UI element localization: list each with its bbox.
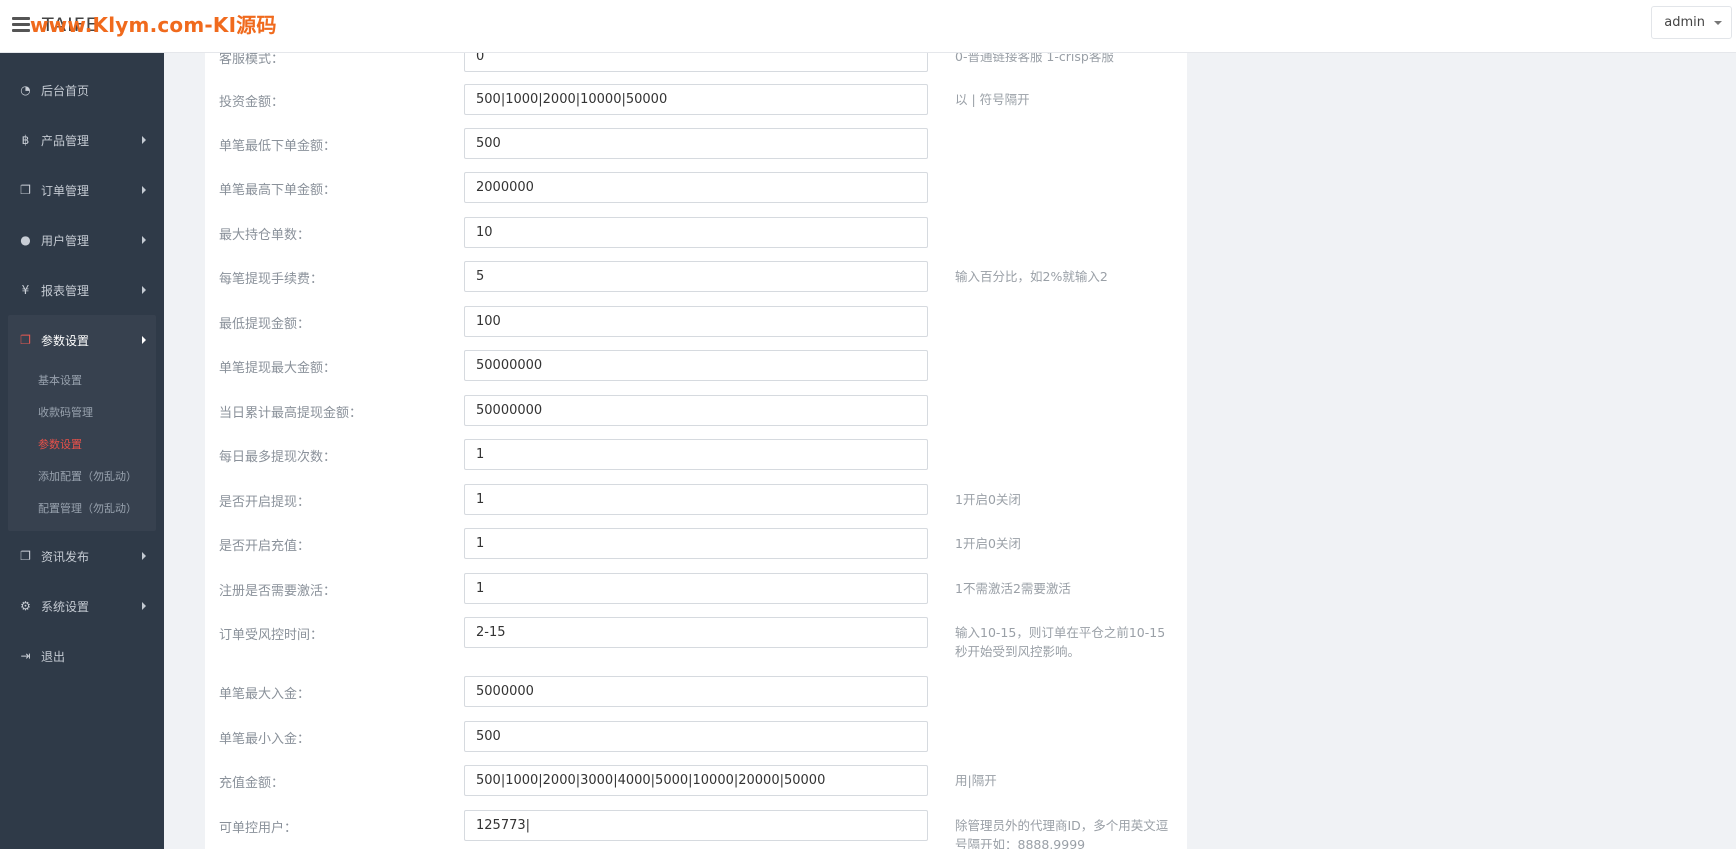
registration-activation-input[interactable] [464, 573, 928, 604]
copy-icon: ❐ [20, 183, 31, 197]
field-label: 当日累计最高提现金额： [219, 406, 363, 421]
sidebar-group-params: ❐ 参数设置 基本设置 收款码管理 参数设置 添加配置（勿乱动） 配置管理（勿乱… [8, 315, 156, 531]
cogs-icon: ⚙ [20, 599, 31, 613]
user-icon: ● [20, 233, 31, 247]
field-label: 是否开启充值： [219, 539, 311, 554]
sidebar-item-label: 订单管理 [41, 183, 90, 198]
field-label: 最大持仓单数： [219, 228, 311, 243]
sidebar-item-label: 系统设置 [41, 599, 90, 614]
field-hint: 除管理员外的代理商ID，多个用英文逗号隔开如：8888,9999 [955, 818, 1169, 849]
params-form-panel: 客服模式： 0-普通链接客服 1-crisp客服 投资金额： 以 | 符号隔开 … [205, 53, 1187, 849]
field-label: 每笔提现手续费： [219, 272, 324, 287]
menu-toggle-icon[interactable] [12, 17, 30, 33]
user-name: admin [1664, 15, 1705, 30]
field-hint: 1开启0关闭 [955, 536, 1021, 551]
sidebar-item-label: 参数设置 [41, 333, 90, 348]
sidebar-item-label: 产品管理 [41, 133, 90, 148]
single-control-users-input[interactable] [464, 810, 928, 841]
sidebar-item-label: 退出 [41, 649, 66, 664]
max-single-withdraw-input[interactable] [464, 350, 928, 381]
sidebar-item-label: 报表管理 [41, 283, 90, 298]
field-label: 单笔最小入金： [219, 732, 311, 747]
sidebar-item-label: 后台首页 [41, 83, 90, 98]
field-hint: 1不需激活2需要激活 [955, 581, 1071, 596]
sidebar-item-orders[interactable]: ❐ 订单管理 [0, 165, 164, 215]
max-order-amount-input[interactable] [464, 172, 928, 203]
max-positions-input[interactable] [464, 217, 928, 248]
user-menu-button[interactable]: admin [1651, 6, 1732, 39]
sidebar-item-label: 用户管理 [41, 233, 90, 248]
sidebar-item-users[interactable]: ● 用户管理 [0, 215, 164, 265]
field-label: 单笔最高下单金额： [219, 183, 337, 198]
min-order-amount-input[interactable] [464, 128, 928, 159]
chevron-right-icon [142, 236, 146, 244]
field-label: 可单控用户： [219, 821, 298, 836]
copy-icon: ❐ [20, 333, 31, 347]
chevron-right-icon [142, 602, 146, 610]
top-bar: TAIFE www.Klym.com-KI源码 admin [0, 0, 1736, 53]
sidebar-item-params[interactable]: ❐ 参数设置 [8, 315, 156, 365]
min-deposit-input[interactable] [464, 721, 928, 752]
field-label: 是否开启提现： [219, 495, 311, 510]
caret-down-icon [1714, 21, 1722, 25]
field-label: 投资金额： [219, 95, 285, 110]
field-label: 注册是否需要激活： [219, 584, 337, 599]
sidebar-subitem-add-config[interactable]: 添加配置（勿乱动） [8, 461, 156, 493]
field-label: 单笔提现最大金额： [219, 361, 337, 376]
enable-withdraw-input[interactable] [464, 484, 928, 515]
investment-amounts-input[interactable] [464, 84, 928, 115]
chevron-right-icon [142, 136, 146, 144]
withdraw-fee-input[interactable] [464, 261, 928, 292]
field-label: 每日最多提现次数： [219, 450, 337, 465]
sidebar-item-label: 资讯发布 [41, 549, 90, 564]
field-label: 单笔最大入金： [219, 687, 311, 702]
chevron-right-icon [142, 186, 146, 194]
sidebar-subitem-basic-settings[interactable]: 基本设置 [8, 365, 156, 397]
sidebar-item-logout[interactable]: ⇥ 退出 [0, 631, 164, 681]
sidebar: ◔ 后台首页 ฿ 产品管理 ❐ 订单管理 ● 用户管理 ¥ 报表管理 ❐ 参数设… [0, 53, 164, 849]
customer-service-mode-input[interactable] [464, 53, 928, 72]
chevron-right-icon [142, 336, 146, 344]
field-label: 客服模式： [219, 53, 285, 67]
chevron-right-icon [142, 552, 146, 560]
field-hint: 输入百分比，如2%就输入2 [955, 269, 1108, 284]
field-hint: 输入10-15，则订单在平仓之前10-15秒开始受到风控影响。 [955, 625, 1166, 659]
field-hint: 1开启0关闭 [955, 492, 1021, 507]
field-label: 充值金额： [219, 776, 285, 791]
sidebar-item-reports[interactable]: ¥ 报表管理 [0, 265, 164, 315]
sidebar-subitem-payment-codes[interactable]: 收款码管理 [8, 397, 156, 429]
enable-recharge-input[interactable] [464, 528, 928, 559]
field-label: 订单受风控时间： [219, 628, 324, 643]
sidebar-item-products[interactable]: ฿ 产品管理 [0, 115, 164, 165]
chevron-right-icon [142, 286, 146, 294]
max-deposit-input[interactable] [464, 676, 928, 707]
copy-icon: ❐ [20, 549, 31, 563]
daily-withdraw-count-input[interactable] [464, 439, 928, 470]
field-hint: 以 | 符号隔开 [955, 92, 1030, 107]
field-hint: 用|隔开 [955, 773, 997, 788]
daily-max-withdraw-input[interactable] [464, 395, 928, 426]
field-label: 单笔最低下单金额： [219, 139, 337, 154]
bitcoin-icon: ฿ [21, 133, 30, 147]
sidebar-subitem-config-manage[interactable]: 配置管理（勿乱动） [8, 493, 156, 525]
sidebar-item-system[interactable]: ⚙ 系统设置 [0, 581, 164, 631]
sidebar-subitem-params[interactable]: 参数设置 [8, 429, 156, 461]
yen-icon: ¥ [21, 283, 30, 297]
risk-control-time-input[interactable] [464, 617, 928, 648]
field-hint: 0-普通链接客服 1-crisp客服 [955, 53, 1114, 64]
sign-out-icon: ⇥ [20, 649, 31, 663]
recharge-amounts-input[interactable] [464, 765, 928, 796]
field-label: 最低提现金额： [219, 317, 311, 332]
min-withdraw-input[interactable] [464, 306, 928, 337]
dashboard-icon: ◔ [20, 83, 31, 97]
watermark-text: www.Klym.com-KI源码 [30, 13, 277, 37]
sidebar-item-news[interactable]: ❐ 资讯发布 [0, 531, 164, 581]
sidebar-item-dashboard[interactable]: ◔ 后台首页 [0, 65, 164, 115]
